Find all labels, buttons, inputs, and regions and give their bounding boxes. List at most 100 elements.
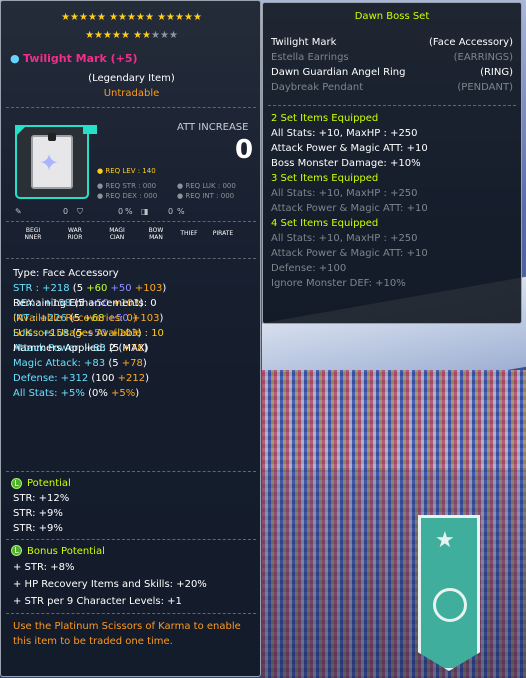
stat-p2: +50 bbox=[107, 283, 132, 294]
icon-value-1: 0 bbox=[63, 207, 69, 216]
stat-total: +218 bbox=[42, 283, 70, 294]
stat-base: 0% bbox=[92, 388, 108, 399]
req-str: ● REQ STR : 000 bbox=[97, 182, 156, 190]
set-bonus-line: Ignore Monster DEF: +10% bbox=[271, 278, 406, 289]
req-dex: ● REQ DEX : 000 bbox=[97, 192, 157, 200]
stat-open: ( bbox=[69, 283, 77, 294]
star-force-unlit: ★★★ bbox=[151, 30, 178, 41]
stat-p3: +103 bbox=[131, 283, 163, 294]
set-tooltip: Dawn Boss Set Twilight Mark (Face Accesso… bbox=[262, 2, 522, 324]
stat-close: ) bbox=[159, 313, 164, 324]
req-dex-text: REQ DEX : 000 bbox=[105, 192, 158, 200]
scissors-usages: Scissors Usages Available : 10 bbox=[13, 328, 164, 339]
class-magician: MAGI CIAN bbox=[109, 227, 125, 241]
star-force-lit: ★★★★★ ★★ bbox=[85, 30, 152, 41]
trade-status: Untradable bbox=[103, 88, 160, 99]
sparkle-icon: ✦ bbox=[39, 149, 60, 177]
stat-total: +5% bbox=[60, 388, 85, 399]
divider bbox=[6, 539, 256, 540]
stat-total: +312 bbox=[60, 373, 89, 384]
stat-close: ) bbox=[162, 283, 167, 294]
stat-p3: +78 bbox=[118, 358, 143, 369]
stat-base: 100 bbox=[95, 373, 115, 384]
stat-label: All Stats: bbox=[13, 388, 61, 399]
legendary-corner bbox=[15, 125, 27, 137]
stat-label: STR : bbox=[13, 283, 43, 294]
stat-close: ) bbox=[145, 373, 149, 384]
set-piece: Daybreak Pendant (PENDANT) bbox=[271, 82, 513, 96]
divider bbox=[6, 258, 256, 259]
divider bbox=[268, 105, 516, 106]
stat-row: All Stats: +5% (0% +5%) bbox=[13, 386, 166, 401]
req-level-text: REQ LEV : 140 bbox=[105, 167, 156, 175]
req-str-text: REQ STR : 000 bbox=[105, 182, 157, 190]
set-piece: Estella Earrings (EARRINGS) bbox=[271, 52, 513, 66]
class-pirate: PIRATE bbox=[212, 230, 234, 237]
set-bonus-line: Defense: +100 bbox=[271, 263, 347, 274]
potential-line-1: STR: +12% bbox=[13, 493, 70, 504]
class-thief: THIEF bbox=[180, 230, 198, 237]
divider bbox=[6, 613, 256, 614]
star-icon: ★ bbox=[435, 528, 455, 553]
att-increase-value: 0 bbox=[235, 135, 254, 165]
set-tier-heading: 4 Set Items Equipped bbox=[271, 218, 379, 229]
stat-label: Defense: bbox=[13, 373, 61, 384]
set-bonus-line: All Stats: +10, MaxHP : +250 bbox=[271, 233, 418, 244]
set-tier-heading: 2 Set Items Equipped bbox=[271, 113, 379, 124]
set-tier-heading: 3 Set Items Equipped bbox=[271, 173, 379, 184]
set-piece-type: (Face Accessory) bbox=[429, 37, 513, 48]
item-stats: Type: Face Accessory STR : +218 (5 +60 +… bbox=[13, 266, 167, 399]
stat-p3: +5% bbox=[107, 388, 136, 399]
stat-close: ) bbox=[135, 388, 140, 399]
globe-icon bbox=[433, 588, 467, 622]
bonus-line-2: + HP Recovery Items and Skills: +20% bbox=[13, 579, 207, 590]
wand-icon: ✎ bbox=[15, 207, 22, 216]
set-piece-type: (EARRINGS) bbox=[453, 52, 513, 63]
item-name: Twilight Mark (+5) bbox=[23, 52, 138, 65]
req-int: ● REQ INT : 000 bbox=[177, 192, 234, 200]
item-type: Type: Face Accessory bbox=[13, 268, 119, 279]
stat-list: STR : +218 (5 +60 +50 +103) DEX : +158 (5… bbox=[13, 281, 167, 399]
set-bonus-line: Attack Power & Magic ATT: +10 bbox=[271, 143, 428, 154]
bonus-line-1: + STR: +8% bbox=[13, 562, 75, 573]
icon-value-2: 0 bbox=[118, 207, 124, 216]
bonus-line-3: + STR per 9 Character Levels: +1 bbox=[13, 596, 182, 607]
class-bowman: BOW MAN bbox=[148, 227, 164, 241]
set-piece: Dawn Guardian Angel Ring (RING) bbox=[271, 67, 513, 81]
shield-icon: ◨ bbox=[141, 207, 149, 216]
divider bbox=[6, 107, 256, 108]
item-icon-frame: ✦ bbox=[15, 125, 97, 199]
set-piece: Twilight Mark (Face Accessory) bbox=[271, 37, 513, 51]
twilight-mark-icon: ✦ bbox=[31, 133, 73, 189]
divider bbox=[6, 221, 256, 222]
stat-open: ( bbox=[84, 388, 92, 399]
set-piece-type: (PENDANT) bbox=[457, 82, 513, 93]
req-level: ● REQ LEV : 140 bbox=[97, 167, 156, 175]
clip-icon bbox=[48, 133, 56, 141]
set-bonus-line: Attack Power & Magic ATT: +10 bbox=[271, 203, 428, 214]
potential-legendary-icon: L bbox=[11, 478, 22, 489]
stat-p3: +212 bbox=[114, 373, 146, 384]
set-bonus-line: All Stats: +10, MaxHP : +250 bbox=[271, 188, 418, 199]
icon-value-3: 0 bbox=[168, 207, 174, 216]
bonus-potential-legendary-icon: L bbox=[11, 545, 22, 556]
banner-flag: ★ bbox=[418, 515, 480, 671]
stat-row: Magic Attack: +83 (5 +78) bbox=[13, 356, 166, 371]
class-requirements: BEGI NNER WAR RIOR MAGI CIAN BOW MAN THI… bbox=[9, 227, 254, 249]
stat-label: Magic Attack: bbox=[13, 358, 85, 369]
req-int-text: REQ INT : 000 bbox=[185, 192, 235, 200]
set-bonus-line: All Stats: +10, MaxHP : +250 bbox=[271, 128, 418, 139]
item-rarity: (Legendary Item) bbox=[88, 73, 175, 84]
set-piece-name: Daybreak Pendant bbox=[271, 82, 364, 93]
remaining-enhancements: Remaining Enhancements: 0 bbox=[13, 298, 157, 309]
stat-p1: +60 bbox=[83, 283, 108, 294]
stat-close: ) bbox=[142, 358, 147, 369]
percent-1: % bbox=[125, 207, 133, 216]
set-piece-name: Estella Earrings bbox=[271, 52, 349, 63]
set-piece-type: (RING) bbox=[480, 67, 513, 78]
req-luk-text: REQ LUK : 000 bbox=[185, 182, 236, 190]
divider bbox=[6, 471, 256, 472]
potential-line-3: STR: +9% bbox=[13, 523, 63, 534]
set-piece-name: Twilight Mark bbox=[271, 37, 337, 48]
potential-title: Potential bbox=[27, 478, 71, 489]
